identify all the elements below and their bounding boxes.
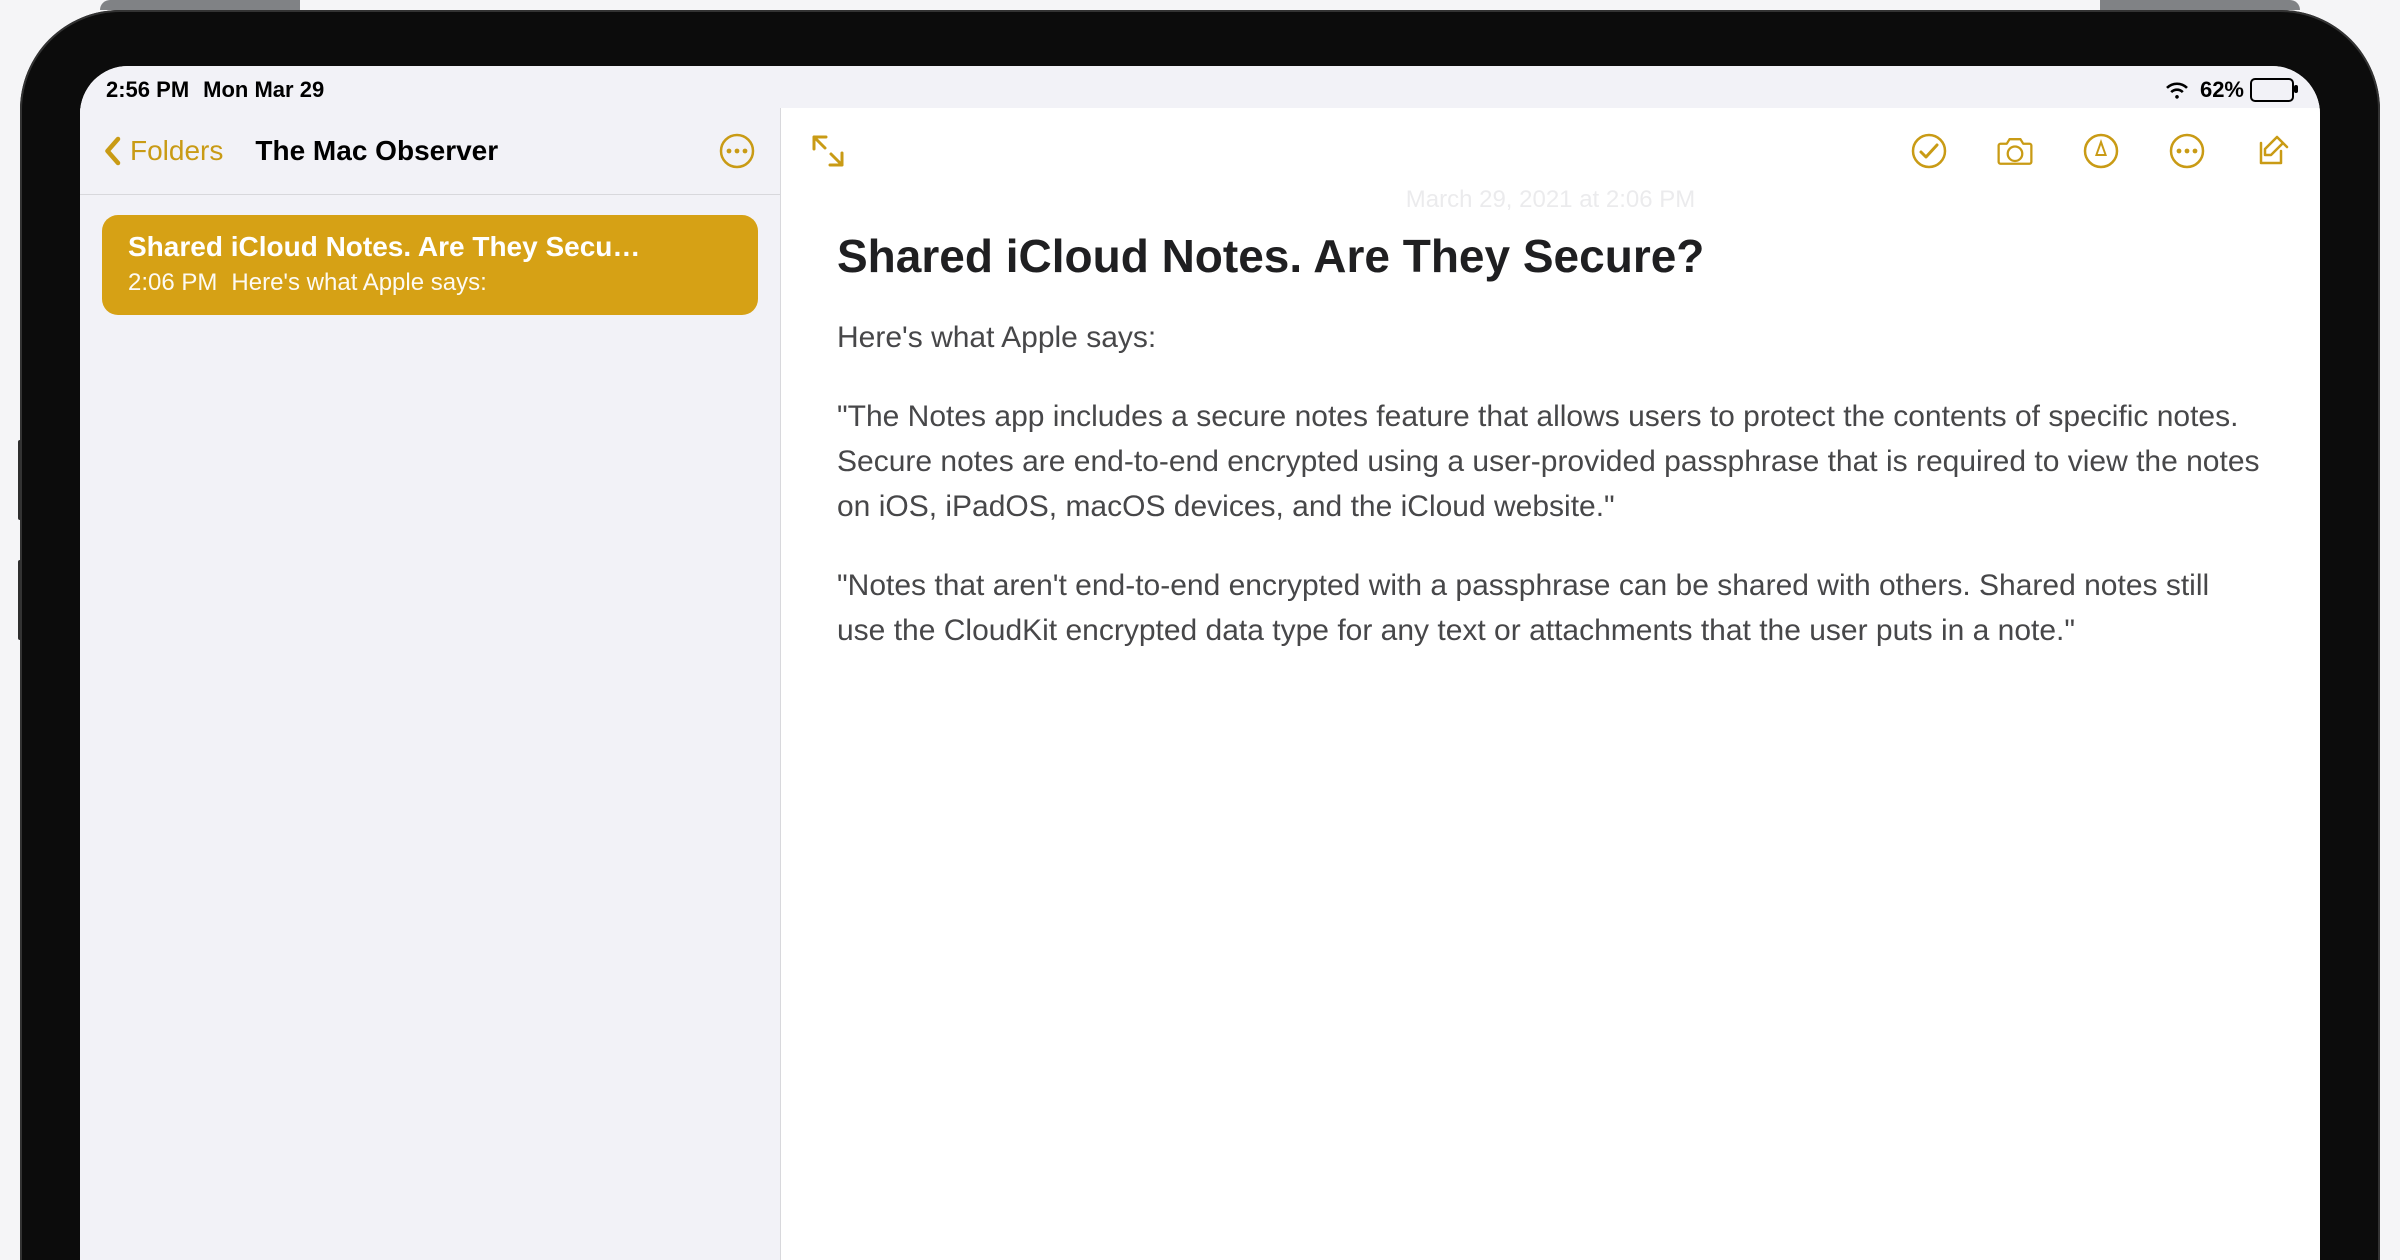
status-right: 62% xyxy=(2164,77,2294,103)
status-date: Mon Mar 29 xyxy=(203,77,324,103)
status-time: 2:56 PM xyxy=(106,77,189,103)
note-item-title: Shared iCloud Notes. Are They Secu… xyxy=(128,231,732,263)
back-label: Folders xyxy=(130,135,223,167)
wifi-icon xyxy=(2164,77,2190,103)
device-bezel: 2:56 PM Mon Mar 29 62% xyxy=(20,10,2380,1260)
note-content[interactable]: Shared iCloud Notes. Are They Secure? He… xyxy=(781,226,2320,727)
battery-icon xyxy=(2250,78,2294,102)
battery-indicator: 62% xyxy=(2200,77,2294,103)
camera-icon xyxy=(1995,131,2035,171)
pencil-tip-circle-icon xyxy=(2081,131,2121,171)
device-top-button-right xyxy=(2100,0,2300,10)
chevron-left-icon xyxy=(102,136,122,166)
sidebar-header: Folders The Mac Observer xyxy=(80,108,780,195)
back-to-folders-button[interactable]: Folders xyxy=(102,135,223,167)
compose-note-button[interactable] xyxy=(2252,130,2294,172)
notes-app: Folders The Mac Observer xyxy=(80,108,2320,1260)
expand-note-button[interactable] xyxy=(807,130,849,172)
note-list-item-selected[interactable]: Shared iCloud Notes. Are They Secu… 2:06… xyxy=(102,215,758,315)
note-toolbar-right xyxy=(1908,130,2294,172)
note-modified-date: March 29, 2021 at 2:06 PM xyxy=(781,186,2320,214)
camera-button[interactable] xyxy=(1994,130,2036,172)
folder-title: The Mac Observer xyxy=(255,135,716,167)
device-stage: 2:56 PM Mon Mar 29 62% xyxy=(0,0,2400,1260)
note-paragraph: "Notes that aren't end-to-end encrypted … xyxy=(837,563,2264,653)
arrows-expand-icon xyxy=(808,131,848,171)
device-top-button-left xyxy=(100,0,300,10)
status-left: 2:56 PM Mon Mar 29 xyxy=(106,77,324,103)
note-toolbar-left xyxy=(807,130,849,172)
sidebar-more-button[interactable] xyxy=(716,130,758,172)
compose-square-icon xyxy=(2253,131,2293,171)
ellipsis-circle-icon xyxy=(717,131,757,171)
battery-percent-label: 62% xyxy=(2200,77,2244,103)
status-bar: 2:56 PM Mon Mar 29 62% xyxy=(80,66,2320,108)
note-more-button[interactable] xyxy=(2166,130,2208,172)
notes-list: Shared iCloud Notes. Are They Secu… 2:06… xyxy=(80,195,780,335)
notes-sidebar: Folders The Mac Observer xyxy=(80,108,781,1260)
note-title: Shared iCloud Notes. Are They Secure? xyxy=(837,230,2264,283)
checkmark-circle-icon xyxy=(1909,131,1949,171)
note-toolbar xyxy=(781,108,2320,194)
note-item-preview: Here's what Apple says: xyxy=(231,269,486,297)
note-paragraph: Here's what Apple says: xyxy=(837,315,2264,360)
screen: 2:56 PM Mon Mar 29 62% xyxy=(80,66,2320,1260)
ellipsis-circle-icon xyxy=(2167,131,2207,171)
note-item-subtitle: 2:06 PM Here's what Apple says: xyxy=(128,269,732,297)
note-paragraph: "The Notes app includes a secure notes f… xyxy=(837,394,2264,529)
note-item-time: 2:06 PM xyxy=(128,269,217,297)
checklist-button[interactable] xyxy=(1908,130,1950,172)
markup-button[interactable] xyxy=(2080,130,2122,172)
note-detail: March 29, 2021 at 2:06 PM Shared iCloud … xyxy=(781,108,2320,1260)
